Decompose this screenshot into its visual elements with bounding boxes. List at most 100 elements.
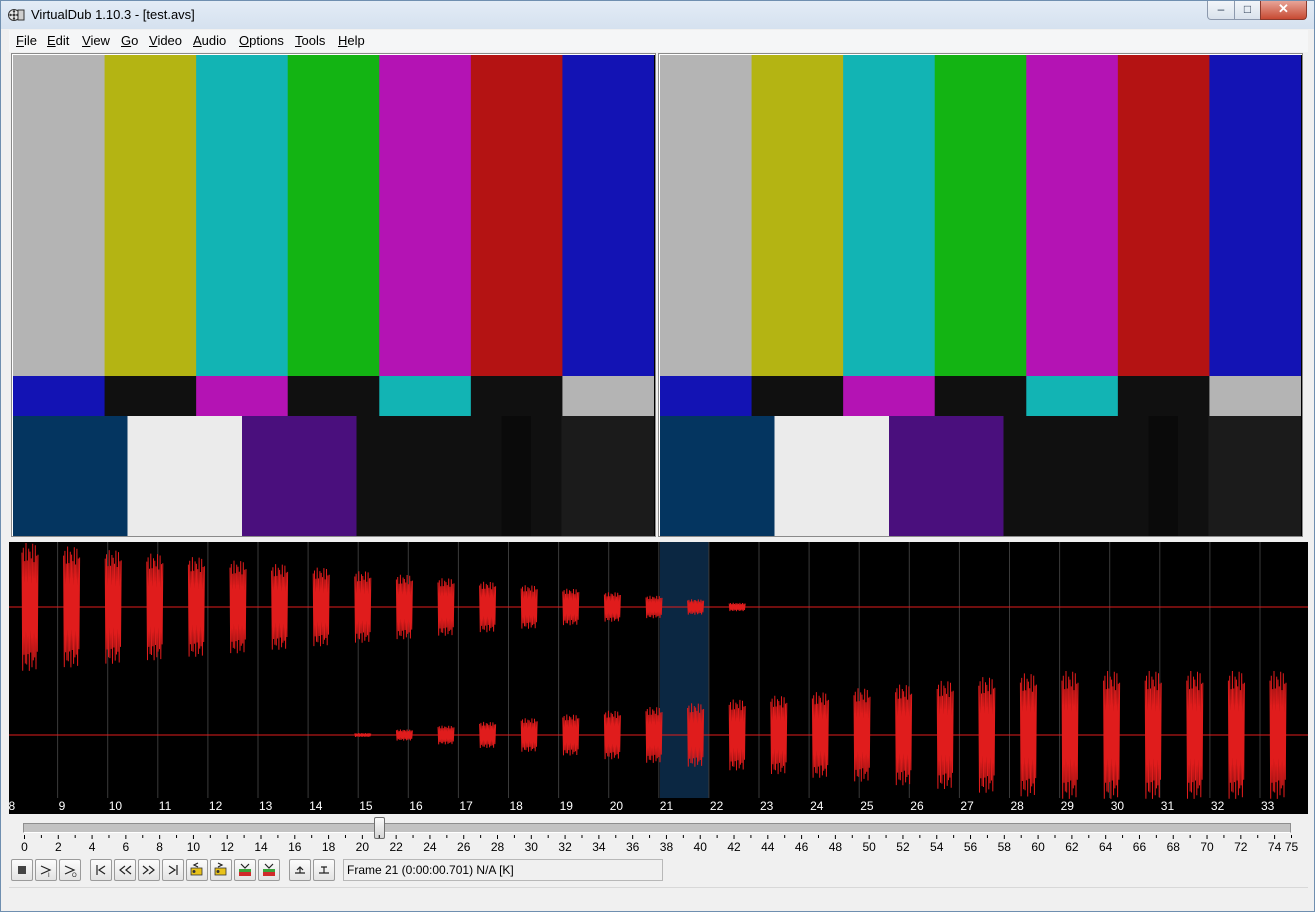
right-channel-burst: [479, 721, 497, 749]
step-back-icon: [119, 865, 132, 875]
go-start-icon: [96, 865, 106, 875]
input-mid-bar: [104, 376, 197, 416]
slider-tick-label: 32: [558, 840, 572, 854]
play-output-button[interactable]: O: [59, 859, 81, 881]
input-top-bar: [287, 55, 380, 376]
menu-video[interactable]: Video: [149, 33, 182, 48]
menu-options[interactable]: Options: [239, 33, 284, 48]
status-bar: [9, 887, 1308, 907]
close-icon: ✕: [1278, 1, 1289, 16]
input-top-bar: [13, 55, 106, 376]
audio-frame-label: 32: [1211, 799, 1225, 813]
audio-frame-label: 8: [9, 799, 16, 813]
left-channel-burst: [603, 592, 621, 622]
output-bottom-block: [1118, 416, 1149, 536]
output-bottom-block: [1003, 416, 1119, 536]
input-video-pane[interactable]: [11, 53, 656, 537]
go-end-button[interactable]: [162, 859, 184, 881]
audio-frame-label: 21: [660, 799, 674, 813]
audio-frame-label: 20: [610, 799, 624, 813]
slider-tick-label: 18: [322, 840, 336, 854]
menu-tools[interactable]: Tools: [295, 33, 325, 48]
mark-in-button[interactable]: [289, 859, 311, 881]
menu-file[interactable]: File: [16, 33, 37, 48]
input-bottom-block: [127, 416, 243, 536]
audio-waveform-svg: 8 9 10 11 12 13 14 15 16 17 18 19 20 21 22 23 24 25 26 27 28…: [9, 542, 1308, 813]
left-channel-burst: [187, 557, 205, 657]
input-color-bars: [13, 55, 654, 536]
output-bottom-block: [774, 416, 890, 536]
audio-frame-label: 27: [960, 799, 974, 813]
mark-out-icon: [319, 866, 329, 874]
slider-tick-label: 36: [626, 840, 640, 854]
right-channel-burst: [853, 688, 871, 782]
slider-tick-label: 40: [694, 840, 708, 854]
input-bottom-block: [531, 416, 562, 536]
play-input-icon: I: [40, 865, 52, 878]
menu-accelerator: E: [47, 33, 56, 48]
right-channel-burst: [1186, 670, 1204, 799]
output-mid-bar: [751, 376, 844, 416]
stop-button[interactable]: [11, 859, 33, 881]
audio-frame-label: 12: [209, 799, 223, 813]
transport-toolbar: Frame 21 (0:00:00.701) N/A [K] I O: [9, 858, 1308, 885]
minimize-icon: –: [1217, 2, 1225, 16]
frame-status-text: Frame 21 (0:00:00.701) N/A [K]: [347, 863, 514, 877]
position-slider[interactable]: 0 2 4 6 8 10 12 14 16 18 20 22 24 26 28 30 32 34 36 38 40 42 4…: [9, 815, 1308, 857]
next-key-icon: [214, 862, 227, 876]
mark-out-button[interactable]: [313, 859, 335, 881]
menu-edit[interactable]: Edit: [47, 33, 69, 48]
prev-key-icon: [190, 862, 203, 876]
slider-tick-label: 52: [896, 840, 910, 854]
slider-tick-label: 64: [1099, 840, 1113, 854]
input-bars-svg: [13, 55, 654, 536]
audio-frame-label: 10: [109, 799, 123, 813]
slider-tick-label: 2: [55, 840, 62, 854]
slider-tick-label: 68: [1167, 840, 1181, 854]
menu-audio[interactable]: Audio: [193, 33, 226, 48]
slider-tick-label: 74: [1268, 840, 1282, 854]
left-channel-burst: [354, 571, 372, 643]
output-top-bar: [1117, 55, 1210, 376]
scene-back-icon: [239, 863, 251, 876]
virtualdub-window: VirtualDub 1.10.3 - [test.avs] – □ ✕ Fil…: [0, 0, 1315, 912]
play-input-button[interactable]: I: [35, 859, 57, 881]
minimize-button[interactable]: –: [1207, 1, 1235, 20]
right-channel-burst: [770, 695, 788, 775]
step-back-button[interactable]: [114, 859, 136, 881]
scene-back-button[interactable]: [234, 859, 256, 881]
output-video-pane[interactable]: [658, 53, 1303, 537]
menu-accelerator: G: [121, 33, 132, 48]
output-top-bar: [751, 55, 844, 376]
audio-frame-label: 9: [59, 799, 66, 813]
title-bar[interactable]: VirtualDub 1.10.3 - [test.avs] – □ ✕: [1, 1, 1314, 29]
right-channel-burst: [520, 718, 538, 752]
audio-waveform-display[interactable]: 8 9 10 11 12 13 14 15 16 17 18 19 20 21 22 23 24 25 26 27 28…: [9, 542, 1308, 814]
left-channel-burst: [21, 542, 39, 671]
prev-key-button[interactable]: [186, 859, 208, 881]
slider-tick-label: 20: [356, 840, 370, 854]
slider-tick-label: 38: [660, 840, 674, 854]
right-channel-burst: [1269, 670, 1287, 799]
output-mid-bar: [1209, 376, 1301, 416]
maximize-button[interactable]: □: [1234, 1, 1261, 20]
menu-go[interactable]: Go: [121, 33, 138, 48]
audio-frame-label: 31: [1161, 799, 1175, 813]
next-key-button[interactable]: [210, 859, 232, 881]
slider-tick-label: 24: [423, 840, 437, 854]
menu-label: udio: [201, 33, 227, 48]
output-bottom-block: [1148, 416, 1179, 536]
menu-help[interactable]: Help: [338, 33, 365, 48]
output-mid-bar: [934, 376, 1027, 416]
go-start-button[interactable]: [90, 859, 112, 881]
menu-label: elp: [347, 33, 365, 48]
menu-view[interactable]: View: [82, 33, 110, 48]
scene-forward-button[interactable]: [258, 859, 280, 881]
slider-track[interactable]: [23, 823, 1291, 833]
left-channel-burst: [271, 564, 289, 650]
left-channel-burst: [645, 595, 663, 619]
step-forward-button[interactable]: [138, 859, 160, 881]
close-button[interactable]: ✕: [1260, 1, 1307, 20]
menu-bar: File Edit View Go Video Audio Options Tools Help: [9, 30, 1308, 52]
output-top-bar: [660, 55, 753, 376]
